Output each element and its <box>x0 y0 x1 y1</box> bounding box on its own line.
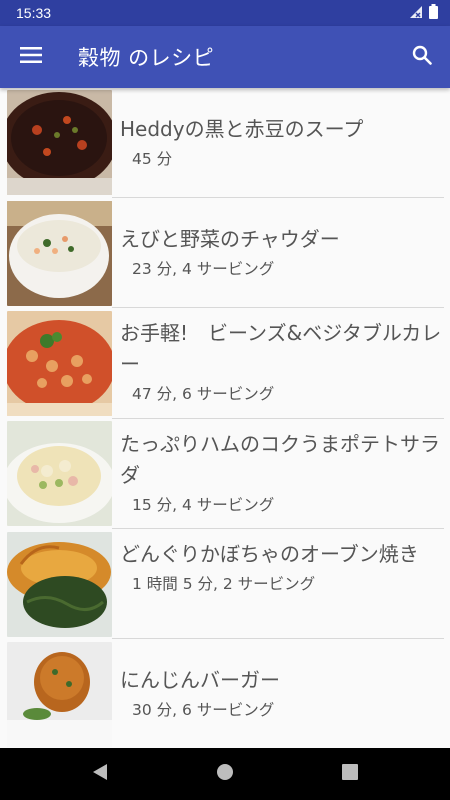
signal-icon <box>409 4 423 23</box>
recipe-meta: 1 時間 5 分, 2 サービング <box>132 575 316 593</box>
page-title: 穀物 のレシピ <box>78 46 215 70</box>
recipe-thumbnail <box>7 90 112 195</box>
recipe-thumbnail <box>7 642 112 747</box>
list-item[interactable]: えびと野菜のチャウダー 23 分, 4 サービング <box>0 198 450 308</box>
list-item-text: どんぐりかぼちゃのオーブン焼き 1 時間 5 分, 2 サービング <box>120 539 442 595</box>
search-icon <box>412 45 432 69</box>
recipe-meta: 23 分, 4 サービング <box>132 260 275 278</box>
recents-button[interactable] <box>288 748 413 800</box>
list-item[interactable]: お手軽! ビーンズ&ベジタブルカレー 47 分, 6 サービング <box>0 308 450 418</box>
recipe-meta: 15 分, 4 サービング <box>132 496 275 514</box>
recipe-title: どんぐりかぼちゃのオーブン焼き <box>120 542 419 566</box>
menu-button[interactable] <box>0 26 62 88</box>
list-item-text: たっぷりハムのコクうまポテトサラダ 15 分, 4 サービング <box>120 429 442 516</box>
recents-icon <box>342 764 358 784</box>
recipe-list: Heddyの黒と赤豆のスープ 45 分 えびと野菜のチャウダー 23 分, 4 … <box>0 88 450 748</box>
recipe-title: たっぷりハムのコクうまポテトサラダ <box>120 432 440 487</box>
battery-icon <box>429 3 438 23</box>
list-item[interactable]: たっぷりハムのコクうまポテトサラダ 15 分, 4 サービング <box>0 419 450 529</box>
back-button[interactable] <box>38 748 163 800</box>
menu-icon <box>20 47 42 67</box>
home-icon <box>216 763 234 785</box>
back-icon <box>92 763 108 785</box>
recipe-title: えびと野菜のチャウダー <box>120 227 340 251</box>
app-bar: 穀物 のレシピ <box>0 26 450 88</box>
recipe-thumbnail <box>7 201 112 306</box>
recipe-meta: 45 分 <box>132 150 173 168</box>
status-icons <box>409 3 438 23</box>
recipe-thumbnail <box>7 311 112 416</box>
status-time: 15:33 <box>16 5 52 21</box>
status-bar: 15:33 <box>0 0 450 26</box>
list-item[interactable]: どんぐりかぼちゃのオーブン焼き 1 時間 5 分, 2 サービング <box>0 529 450 639</box>
recipe-thumbnail <box>7 532 112 637</box>
list-item-text: Heddyの黒と赤豆のスープ 45 分 <box>120 114 442 170</box>
recipe-meta: 30 分, 6 サービング <box>132 701 275 719</box>
recipe-title: お手軽! ビーンズ&ベジタブルカレー <box>120 321 442 376</box>
navigation-bar <box>0 748 450 800</box>
recipe-thumbnail <box>7 421 112 526</box>
recipe-meta: 47 分, 6 サービング <box>132 385 275 403</box>
recipe-title: Heddyの黒と赤豆のスープ <box>120 117 364 141</box>
list-item[interactable]: にんじんバーガー 30 分, 6 サービング <box>0 639 450 748</box>
home-button[interactable] <box>163 748 288 800</box>
list-item[interactable]: Heddyの黒と赤豆のスープ 45 分 <box>0 88 450 198</box>
list-item-text: にんじんバーガー 30 分, 6 サービング <box>120 665 442 721</box>
search-button[interactable] <box>394 26 450 88</box>
list-item-text: えびと野菜のチャウダー 23 分, 4 サービング <box>120 224 442 280</box>
recipe-title: にんじんバーガー <box>120 668 280 692</box>
list-item-text: お手軽! ビーンズ&ベジタブルカレー 47 分, 6 サービング <box>120 318 442 405</box>
